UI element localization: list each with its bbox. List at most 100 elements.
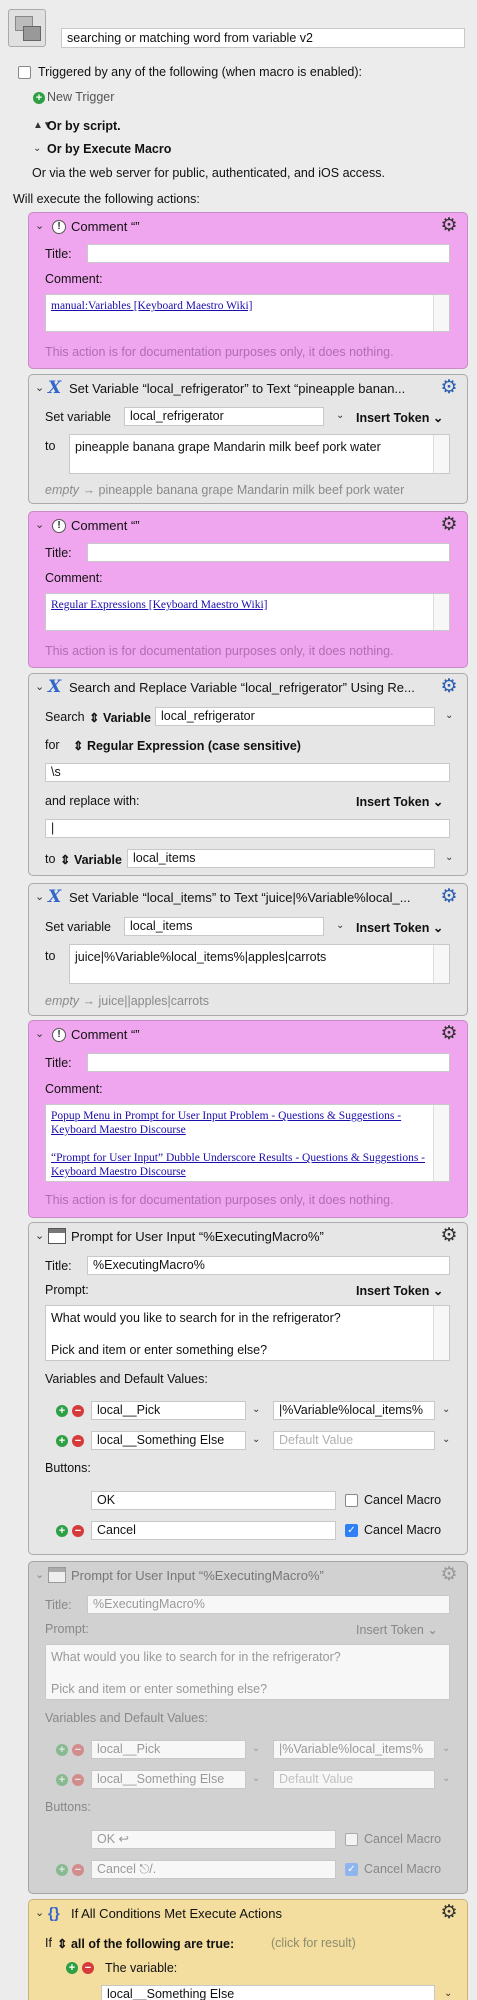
gear-icon[interactable]: ⚙ — [439, 1024, 459, 1044]
collapse-chevron-icon[interactable]: ⌄ — [35, 512, 47, 539]
trigger-enable-checkbox[interactable] — [18, 66, 31, 79]
variable-name-input[interactable]: local__Pick — [91, 1401, 246, 1420]
variable-dropdown-icon[interactable]: ⌄ — [252, 1743, 260, 1754]
variable-dropdown-icon[interactable]: ⌄ — [252, 1434, 260, 1445]
collapse-chevron-icon[interactable]: ⌄ — [35, 674, 47, 701]
prompt-textarea[interactable]: What would you like to search for in the… — [45, 1305, 450, 1361]
to-type-popup[interactable]: ⇕ Variable — [60, 852, 122, 867]
variable-name-input[interactable]: local__Something Else — [91, 1770, 246, 1789]
default-value-input[interactable]: Default Value — [273, 1770, 435, 1789]
or-script-toggle[interactable]: Or by script. — [47, 119, 121, 133]
new-trigger-button[interactable]: New Trigger — [47, 90, 114, 104]
button-name-input[interactable]: Cancel ⎋/. — [91, 1860, 336, 1879]
remove-condition-minus-icon[interactable]: − — [82, 1962, 94, 1974]
prompt-user-input-action[interactable]: ⌄ Prompt for User Input “%ExecutingMacro… — [28, 1222, 468, 1555]
comment-link[interactable]: manual:Variables [Keyboard Maestro Wiki] — [51, 299, 444, 313]
gear-icon[interactable]: ⚙ — [439, 887, 459, 907]
title-input[interactable]: %ExecutingMacro% — [87, 1256, 450, 1275]
click-for-result[interactable]: (click for result) — [271, 1936, 356, 1950]
search-variable-input[interactable]: local_refrigerator — [155, 707, 435, 726]
search-type-popup[interactable]: ⇕ Variable — [89, 710, 151, 725]
set-variable-action-1[interactable]: ⌄ X Set Variable “local_refrigerator” to… — [28, 374, 468, 504]
remove-button-minus-icon[interactable]: − — [72, 1525, 84, 1537]
gear-icon[interactable]: ⚙ — [439, 677, 459, 697]
comment-textarea[interactable]: Popup Menu in Prompt for User Input Prob… — [45, 1104, 450, 1182]
button-name-input[interactable]: OK ↩ — [91, 1830, 336, 1849]
gear-icon[interactable]: ⚙ — [439, 1903, 459, 1923]
collapse-chevron-icon[interactable]: ⌄ — [35, 1562, 47, 1589]
add-condition-plus-icon[interactable]: + — [66, 1962, 78, 1974]
condition-type-popup[interactable]: ⇕ all of the following are true: — [57, 1936, 234, 1951]
text-value-field[interactable]: juice|%Variable%local_items%|apples|carr… — [69, 944, 450, 984]
comment-link-1[interactable]: Popup Menu in Prompt for User Input Prob… — [51, 1109, 427, 1137]
default-dropdown-icon[interactable]: ⌄ — [442, 1404, 450, 1415]
gear-icon[interactable]: ⚙ — [439, 1226, 459, 1246]
if-conditions-action[interactable]: ⌄ {} If All Conditions Met Execute Actio… — [28, 1899, 468, 2000]
text-value-field[interactable]: pineapple banana grape Mandarin milk bee… — [69, 434, 450, 474]
collapse-chevron-icon[interactable]: ⌄ — [35, 213, 47, 240]
gear-icon[interactable]: ⚙ — [439, 515, 459, 535]
remove-variable-minus-icon[interactable]: − — [72, 1774, 84, 1786]
cancel-macro-checkbox[interactable] — [345, 1833, 358, 1846]
default-dropdown-icon[interactable]: ⌄ — [442, 1743, 450, 1754]
variable-dropdown-icon[interactable]: ⌄ — [444, 1988, 452, 1999]
insert-token-button[interactable]: Insert Token ⌄ — [356, 1622, 438, 1637]
collapse-chevron-icon[interactable]: ⌄ — [35, 375, 47, 402]
add-button-plus-icon[interactable]: + — [56, 1525, 68, 1537]
remove-variable-minus-icon[interactable]: − — [72, 1435, 84, 1447]
add-variable-plus-icon[interactable]: + — [56, 1774, 68, 1786]
default-value-input[interactable]: |%Variable%local_items% — [273, 1401, 435, 1420]
insert-token-button[interactable]: Insert Token ⌄ — [356, 794, 443, 809]
to-variable-input[interactable]: local_items — [127, 849, 435, 868]
set-variable-action-2[interactable]: ⌄ X Set Variable “local_items” to Text “… — [28, 883, 468, 1016]
comment-textarea[interactable]: Regular Expressions [Keyboard Maestro Wi… — [45, 593, 450, 631]
comment-action-2[interactable]: ⌄ ! Comment “” ⚙ Title: Comment: Regular… — [28, 511, 468, 668]
collapse-chevron-icon[interactable]: ⌄ — [35, 1223, 47, 1250]
variable-dropdown-icon[interactable]: ⌄ — [252, 1773, 260, 1784]
variable-dropdown-icon[interactable]: ⌄ — [445, 852, 453, 863]
title-input[interactable]: %ExecutingMacro% — [87, 1595, 450, 1614]
title-input[interactable] — [87, 543, 450, 562]
comment-link[interactable]: Regular Expressions [Keyboard Maestro Wi… — [51, 598, 444, 612]
variable-name-input[interactable]: local_items — [124, 917, 324, 936]
title-input[interactable] — [87, 1053, 450, 1072]
remove-variable-minus-icon[interactable]: − — [72, 1405, 84, 1417]
remove-variable-minus-icon[interactable]: − — [72, 1744, 84, 1756]
insert-token-button[interactable]: Insert Token ⌄ — [356, 410, 443, 425]
variable-dropdown-icon[interactable]: ⌄ — [445, 710, 453, 721]
comment-link-2[interactable]: “Prompt for User Input” Dubble Underscor… — [51, 1151, 427, 1179]
variable-name-input[interactable]: local__Pick — [91, 1740, 246, 1759]
add-variable-plus-icon[interactable]: + — [56, 1405, 68, 1417]
comment-textarea[interactable]: manual:Variables [Keyboard Maestro Wiki] — [45, 294, 450, 332]
default-value-input[interactable]: |%Variable%local_items% — [273, 1740, 435, 1759]
button-name-input[interactable]: OK — [91, 1491, 336, 1510]
insert-token-button[interactable]: Insert Token ⌄ — [356, 1283, 443, 1298]
cancel-macro-checkbox[interactable]: ✓ — [345, 1524, 358, 1537]
pattern-input[interactable]: \s — [45, 763, 450, 782]
title-input[interactable] — [87, 244, 450, 263]
variable-dropdown-icon[interactable]: ⌄ — [252, 1404, 260, 1415]
gear-icon[interactable]: ⚙ — [439, 378, 459, 398]
variable-name-input[interactable]: local_refrigerator — [124, 407, 324, 426]
collapse-chevron-icon[interactable]: ⌄ — [35, 884, 47, 911]
condition-variable-input[interactable]: local__Something Else — [101, 1985, 435, 2000]
new-trigger-plus-icon[interactable]: + — [33, 92, 45, 104]
or-execute-chevron-icon[interactable]: ⌄ — [33, 143, 41, 154]
replace-input[interactable]: | — [45, 819, 450, 838]
gear-icon[interactable]: ⚙ — [439, 1565, 459, 1585]
match-type-popup[interactable]: ⇕ Regular Expression (case sensitive) — [73, 738, 301, 753]
prompt-user-input-action-disabled[interactable]: ⌄ Prompt for User Input “%ExecutingMacro… — [28, 1561, 468, 1894]
default-dropdown-icon[interactable]: ⌄ — [442, 1773, 450, 1784]
cancel-macro-checkbox[interactable] — [345, 1494, 358, 1507]
or-execute-toggle[interactable]: Or by Execute Macro — [47, 142, 171, 156]
default-dropdown-icon[interactable]: ⌄ — [442, 1434, 450, 1445]
gear-icon[interactable]: ⚙ — [439, 216, 459, 236]
variable-dropdown-icon[interactable]: ⌄ — [336, 410, 344, 421]
variable-dropdown-icon[interactable]: ⌄ — [336, 920, 344, 931]
collapse-chevron-icon[interactable]: ⌄ — [35, 1900, 47, 1927]
search-replace-action[interactable]: ⌄ X Search and Replace Variable “local_r… — [28, 673, 468, 876]
insert-token-button[interactable]: Insert Token ⌄ — [356, 920, 443, 935]
prompt-textarea[interactable]: What would you like to search for in the… — [45, 1644, 450, 1700]
collapse-chevron-icon[interactable]: ⌄ — [35, 1021, 47, 1048]
add-variable-plus-icon[interactable]: + — [56, 1744, 68, 1756]
